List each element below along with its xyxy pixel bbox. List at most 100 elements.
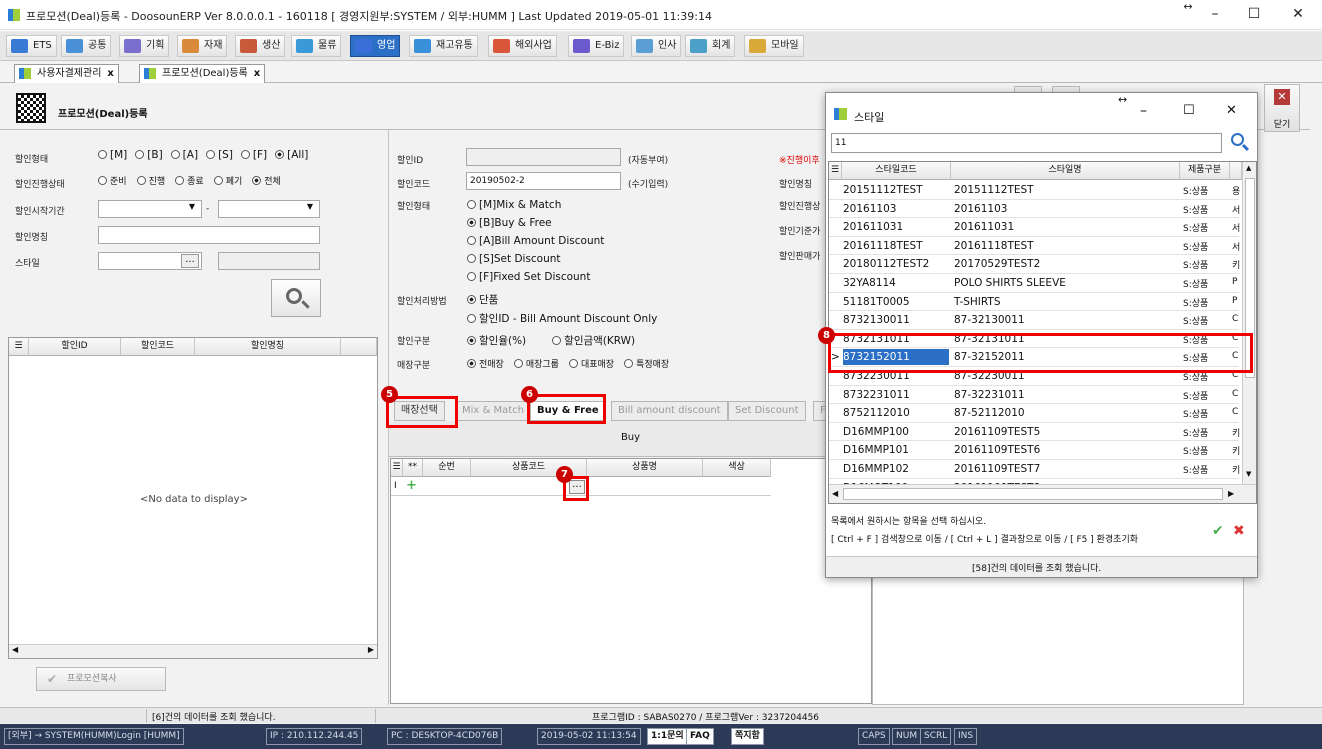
col-header-product-name[interactable]: 상품명 (587, 459, 703, 477)
status-cell-5[interactable]: 1:1문의 (647, 728, 688, 745)
restore-icon[interactable]: ↔ (1118, 93, 1127, 106)
status-option-1[interactable]: 준비 (98, 174, 127, 187)
subtab-5[interactable]: Set Discount (728, 401, 806, 421)
method-option-1[interactable]: 단품 (467, 292, 657, 307)
menu-6[interactable]: 물류 (291, 35, 342, 57)
menu-11[interactable]: 인사 (631, 35, 682, 57)
discount-type-option-4[interactable]: [S] (206, 149, 233, 161)
col-header-style-name[interactable]: 스타일명 (951, 162, 1180, 180)
scroll-down-icon[interactable]: ▼ (1246, 470, 1251, 478)
scroll-left-icon[interactable]: ◀ (832, 489, 838, 498)
status-cell-6[interactable]: FAQ (686, 728, 714, 745)
col-header-style-code[interactable]: 스타일코드 (842, 162, 951, 180)
discount-type-option-3[interactable]: [A] (170, 149, 198, 161)
status-option-3[interactable]: 종료 (175, 174, 204, 187)
horizontal-scrollbar[interactable]: ◀ ▶ (9, 644, 377, 658)
subtab-2[interactable]: Mix & Match (455, 401, 531, 421)
menu-12[interactable]: 회계 (685, 35, 736, 57)
form-type-option-5[interactable]: [F]Fixed Set Discount (467, 270, 604, 284)
dialog-minimize-button[interactable]: – (1140, 103, 1147, 119)
style-lookup-button[interactable]: ... (181, 254, 199, 268)
menu-1[interactable]: ETS (6, 35, 57, 57)
close-tab-icon[interactable]: x (254, 68, 260, 79)
menu-4[interactable]: 자재 (177, 35, 228, 57)
col-header-product-type[interactable]: 제품구분 (1180, 162, 1230, 180)
col-header-color[interactable]: 색상 (703, 459, 771, 477)
store-option-3[interactable]: 대표매장 (568, 357, 614, 370)
style-row[interactable]: 8732231011 87-32231011 S:상품 C (829, 386, 1239, 405)
style-row[interactable]: 51181T0005 T-SHIRTS S:상품 P (829, 293, 1239, 312)
col-header-code[interactable]: 할인코드 (121, 338, 195, 356)
menu-7[interactable]: 영업 (350, 35, 401, 57)
menu-13[interactable]: 모바일 (744, 35, 804, 57)
style-row[interactable]: 20161103 20161103 S:상품 서 (829, 200, 1240, 219)
kind-option-1[interactable]: 할인율(%) (467, 333, 526, 348)
status-cell-7[interactable]: 쪽지함 (731, 728, 764, 745)
status-option-2[interactable]: 진행 (136, 174, 165, 187)
style-row[interactable]: D16MMP101 20161109TEST6 S:상품 키 (829, 441, 1240, 460)
style-row[interactable]: 20151112TEST 20151112TEST S:상품 용 (829, 181, 1240, 200)
method-option-2[interactable]: 할인ID - Bill Amount Discount Only (467, 311, 657, 326)
scroll-right-icon[interactable]: ▶ (1228, 489, 1234, 498)
vertical-scrollbar[interactable]: ▲ ▼ (1242, 162, 1256, 484)
form-type-option-2[interactable]: [B]Buy & Free (467, 216, 604, 230)
copy-promotion-button[interactable]: ✔ 프로모션복사 (36, 667, 166, 691)
menu-10[interactable]: E-Biz (568, 35, 625, 57)
form-type-option-4[interactable]: [S]Set Discount (467, 252, 604, 266)
style-row[interactable]: 20161118TEST 20161118TEST S:상품 서 (829, 237, 1240, 256)
style-row[interactable]: D16MMP102 20161109TEST7 S:상품 키 (829, 460, 1240, 479)
style-row[interactable]: 201611031 201611031 S:상품 서 (829, 218, 1240, 237)
close-tab-icon[interactable]: x (107, 68, 113, 79)
scroll-right-icon[interactable]: ▶ (368, 645, 374, 654)
close-button[interactable]: ✕ (1288, 6, 1308, 22)
menu-8[interactable]: 재고유통 (409, 35, 478, 57)
name-input[interactable] (98, 226, 320, 244)
store-option-4[interactable]: 특정매장 (624, 357, 669, 370)
store-option-1[interactable]: 전매장 (467, 357, 504, 370)
maximize-button[interactable]: ☐ (1244, 6, 1264, 22)
period-end-select[interactable]: ▼ (218, 200, 320, 218)
style-row[interactable]: 8752112010 87-52112010 S:상품 C (829, 404, 1239, 423)
horizontal-scrollbar[interactable]: ◀ ▶ (829, 484, 1256, 503)
col-header-name[interactable]: 할인명칭 (195, 338, 341, 356)
close-page-button[interactable]: ✕ 닫기 (1264, 84, 1300, 132)
buy-items-grid[interactable]: ☰ ** 순번 상품코드 상품명 색상 I + ... (390, 458, 872, 704)
restore-icon[interactable]: ↔ (1178, 0, 1198, 13)
style-input[interactable]: ... (98, 252, 202, 270)
discount-type-option-5[interactable]: [F] (240, 149, 267, 161)
dialog-close-button[interactable]: ✕ (1226, 103, 1237, 118)
confirm-icon[interactable]: ✔ (1212, 523, 1224, 539)
dialog-maximize-button[interactable]: ☐ (1183, 103, 1195, 118)
discount-type-option-6[interactable]: [All] (275, 149, 308, 161)
discount-type-option-2[interactable]: [B] (135, 149, 163, 161)
discount-code-input[interactable]: 20190502-2 (466, 172, 621, 190)
discount-type-option-1[interactable]: [M] (98, 149, 127, 161)
menu-3[interactable]: 기획 (119, 35, 170, 57)
scroll-up-icon[interactable]: ▲ (1246, 164, 1251, 172)
subtab-4[interactable]: Bill amount discount (611, 401, 728, 421)
kind-option-2[interactable]: 할인금액(KRW) (552, 333, 635, 348)
style-row[interactable]: 32YA8114 POLO SHIRTS SLEEVE S:상품 P (829, 274, 1239, 293)
promotion-list-grid[interactable]: ☰ 할인ID 할인코드 할인명칭 <No data to display> ◀ … (8, 337, 378, 659)
col-header-seq[interactable]: 순번 (423, 459, 471, 477)
add-row-icon[interactable]: + (406, 478, 417, 493)
store-option-2[interactable]: 매장그룹 (513, 357, 559, 370)
period-start-select[interactable]: ▼ (98, 200, 202, 218)
tab-promotion-deal[interactable]: 프로모션(Deal)등록 x (139, 64, 266, 83)
form-type-option-3[interactable]: [A]Bill Amount Discount (467, 234, 604, 248)
tab-user-approval[interactable]: 사용자결제관리 x (14, 64, 119, 83)
status-option-4[interactable]: 폐기 (213, 174, 242, 187)
search-button[interactable] (1228, 131, 1250, 153)
search-button[interactable] (271, 279, 321, 317)
style-row[interactable]: 20180112TEST2 20170529TEST2 S:상품 키 (829, 255, 1240, 274)
style-row[interactable]: 8732130011 87-32130011 S:상품 C (829, 311, 1239, 330)
cancel-icon[interactable]: ✖ (1233, 523, 1245, 539)
scroll-thumb[interactable] (843, 488, 1223, 500)
style-search-input[interactable]: 11 (831, 133, 1222, 153)
menu-2[interactable]: 공통 (61, 35, 112, 57)
style-row[interactable]: D16MMP100 20161109TEST5 S:상품 키 (829, 423, 1240, 442)
menu-5[interactable]: 생산 (235, 35, 286, 57)
form-type-option-1[interactable]: [M]Mix & Match (467, 198, 604, 212)
minimize-button[interactable]: – (1205, 6, 1225, 22)
scroll-left-icon[interactable]: ◀ (12, 645, 18, 654)
